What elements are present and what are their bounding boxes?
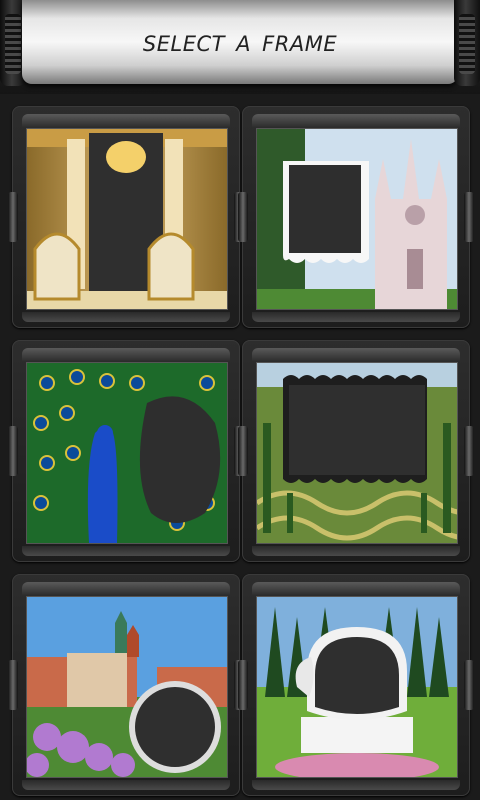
frame-tile-park-monument[interactable] — [238, 574, 474, 796]
frame-tile-gothic-church[interactable] — [238, 106, 474, 328]
frame-tile-garden-maze[interactable] — [238, 340, 474, 562]
frame-thumbnail — [26, 362, 228, 544]
roller-right-decoration — [454, 0, 480, 86]
frame-thumbnail — [256, 128, 458, 310]
frame-tile-palace-chairs[interactable] — [8, 106, 244, 328]
page-title: SELECT A FRAME — [142, 32, 338, 56]
frame-thumbnail — [256, 596, 458, 778]
header-bar: SELECT A FRAME — [0, 0, 480, 94]
title-banner: SELECT A FRAME — [22, 0, 458, 84]
frame-tile-castle-flowers[interactable] — [8, 574, 244, 796]
frame-thumbnail — [26, 128, 228, 310]
frame-thumbnail — [26, 596, 228, 778]
frame-tile-peacock[interactable] — [8, 340, 244, 562]
frame-thumbnail — [256, 362, 458, 544]
